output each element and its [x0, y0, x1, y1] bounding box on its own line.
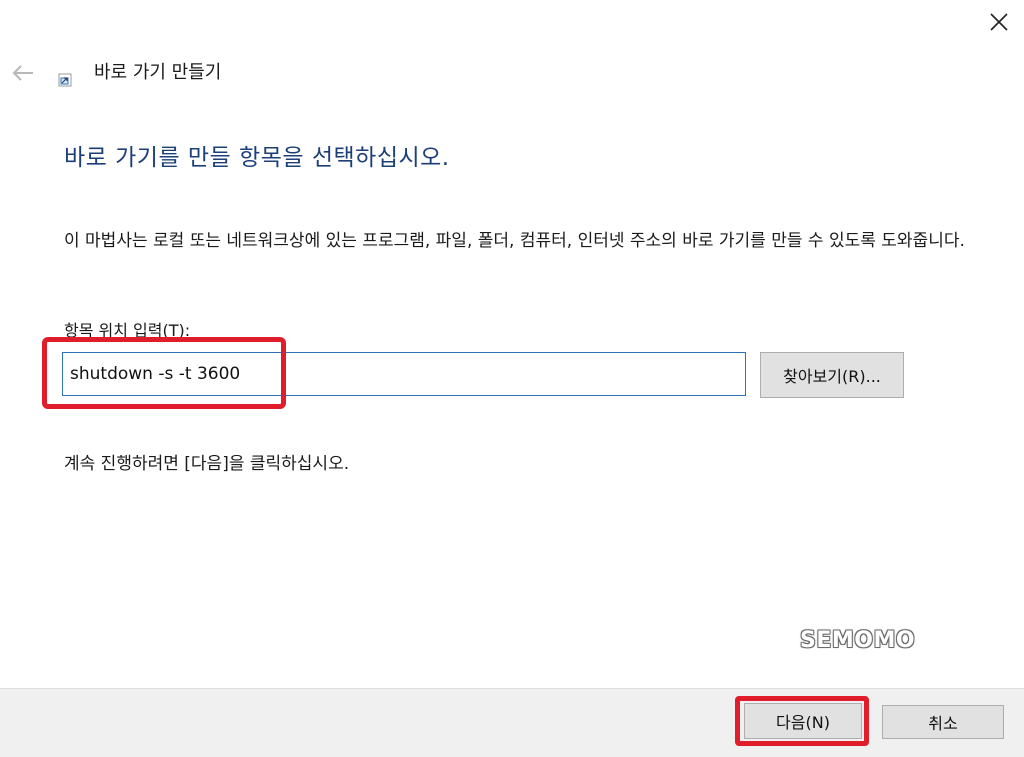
- location-label: 항목 위치 입력(T):: [64, 321, 191, 340]
- wizard-description: 이 마법사는 로컬 또는 네트워크상에 있는 프로그램, 파일, 폴더, 컴퓨터…: [64, 231, 965, 251]
- close-button[interactable]: [976, 2, 1022, 42]
- window-title: 바로 가기 만들기: [94, 62, 222, 83]
- location-input[interactable]: [62, 352, 746, 396]
- next-button[interactable]: 다음(N): [744, 703, 862, 739]
- back-button[interactable]: [6, 58, 40, 88]
- footer-bar: [0, 688, 1024, 757]
- cancel-button[interactable]: 취소: [882, 705, 1004, 739]
- browse-button[interactable]: 찾아보기(R)...: [760, 352, 904, 398]
- close-icon: [990, 13, 1008, 31]
- page-heading: 바로 가기를 만들 항목을 선택하십시오.: [64, 145, 450, 171]
- back-arrow-icon: [12, 65, 33, 81]
- watermark-text: SEMOMO: [800, 628, 916, 653]
- shortcut-wizard-icon: [58, 72, 72, 87]
- continue-hint: 계속 진행하려면 [다음]을 클릭하십시오.: [64, 454, 350, 474]
